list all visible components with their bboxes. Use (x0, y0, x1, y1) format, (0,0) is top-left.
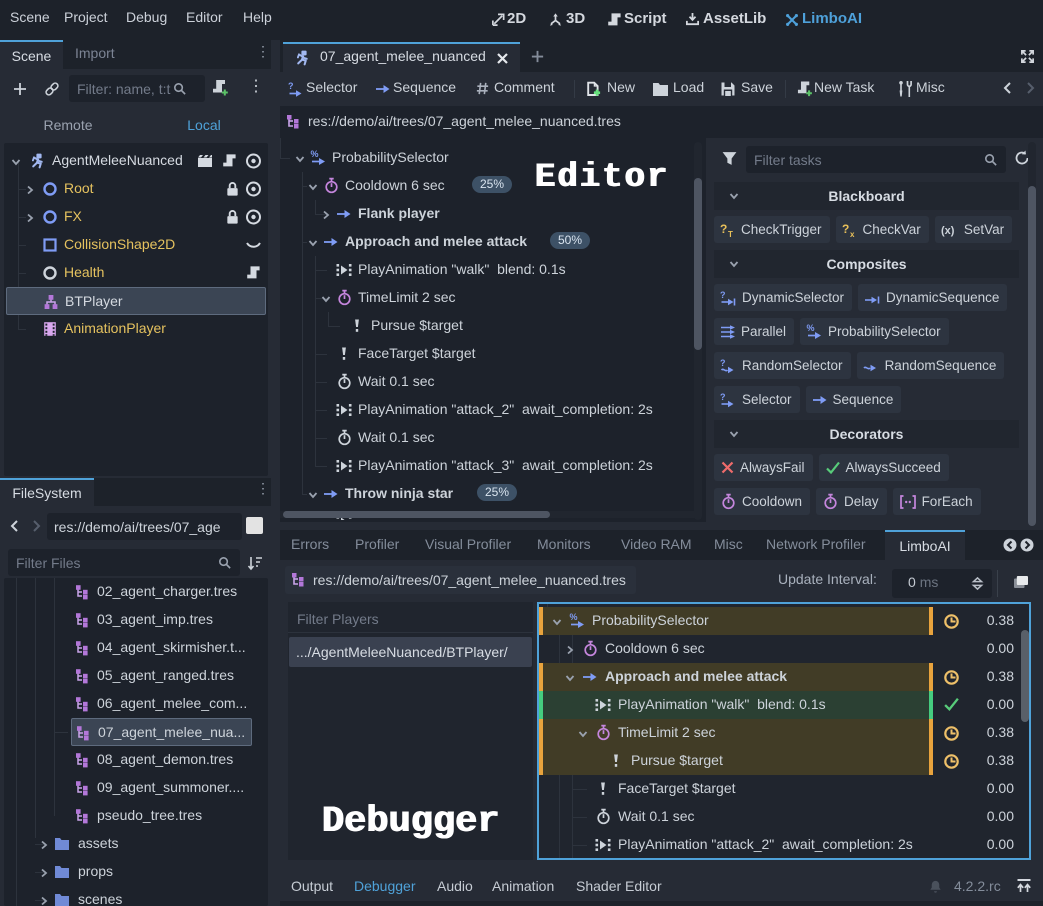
svg-text:x: x (850, 230, 855, 238)
svg-text:?: ? (720, 222, 727, 236)
svg-text:(x): (x) (941, 225, 955, 237)
svg-text:?: ? (720, 392, 726, 402)
svg-text:%: % (311, 149, 319, 159)
svg-text:?: ? (720, 358, 726, 368)
svg-text:T: T (728, 230, 733, 238)
svg-text:?: ? (842, 222, 849, 236)
svg-text:%: % (807, 323, 815, 333)
svg-text:?: ? (720, 290, 726, 300)
svg-text:?: ? (288, 81, 294, 91)
svg-text:%: % (570, 612, 578, 622)
